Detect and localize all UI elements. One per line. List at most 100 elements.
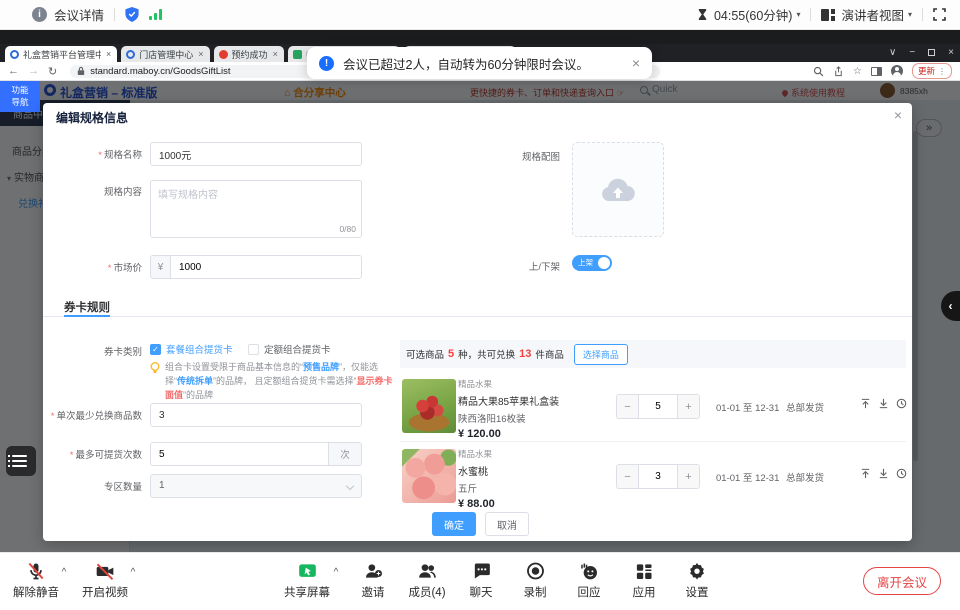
view-dropdown-icon[interactable]: ▾: [908, 10, 912, 19]
shield-check-icon[interactable]: [125, 7, 139, 22]
checkbox-fixed-card[interactable]: 定额组合提货卡: [248, 342, 331, 356]
browser-menu-icon[interactable]: ⋮: [938, 67, 946, 76]
tab-favicon-red: [219, 50, 228, 59]
market-price-label: *市场价: [43, 260, 142, 274]
mic-options-icon[interactable]: ^: [62, 567, 67, 578]
valid-date-range: 01-01 至 12-31: [716, 470, 779, 484]
char-counter: 0/80: [339, 224, 356, 234]
tab-card-rules[interactable]: 券卡规则: [64, 299, 110, 315]
unmute-button[interactable]: 解除静音: [13, 560, 59, 600]
checkbox-combo-card[interactable]: ✓ 套餐组合提货卡: [150, 342, 233, 356]
nav-box[interactable]: 功能 导航: [0, 81, 40, 112]
time-setting-icon[interactable]: [896, 468, 907, 479]
max-pickup-label: *最多可提货次数: [43, 447, 142, 461]
network-signal-icon[interactable]: [149, 9, 162, 20]
apps-button[interactable]: 应用: [633, 560, 656, 600]
tab-search-icon[interactable]: ∨: [889, 47, 896, 58]
annotation-tools-button[interactable]: [6, 446, 36, 476]
browser-tab-active[interactable]: 礼盒营销平台管理中心 ×: [5, 46, 117, 62]
window-close-icon[interactable]: ×: [948, 47, 954, 58]
tab-favicon-green: [293, 50, 302, 59]
meeting-topbar: i 会议详情 04:55(60分钟) ▾ 演讲者视图 ▾: [0, 0, 960, 30]
tab-divider: [43, 316, 912, 317]
quantity-input[interactable]: [639, 465, 677, 488]
minus-button[interactable]: −: [617, 395, 639, 418]
meeting-details-label[interactable]: 会议详情: [54, 5, 104, 24]
reaction-face-icon: [578, 560, 601, 582]
move-to-top-icon[interactable]: [860, 398, 871, 409]
select-chevron-icon: [346, 482, 354, 490]
meeting-info-icon[interactable]: i: [32, 7, 47, 22]
product-subtitle: 五斤: [458, 481, 495, 495]
side-panel-icon[interactable]: [871, 67, 882, 76]
checkbox-checked-icon[interactable]: ✓: [150, 344, 161, 355]
browser-update-button[interactable]: 更新 ⋮: [912, 63, 952, 79]
shelf-toggle[interactable]: 上架: [572, 255, 612, 271]
share-icon[interactable]: [833, 66, 844, 77]
view-mode-label[interactable]: 演讲者视图: [841, 5, 904, 24]
forward-icon[interactable]: →: [28, 65, 39, 77]
product-row: 精品水果 精品大果85苹果礼盒装 陕西洛阳16枚装 ¥ 120.00 − + 0…: [400, 375, 906, 437]
mic-muted-icon: [13, 560, 59, 582]
settings-button[interactable]: 设置: [686, 560, 709, 600]
plus-button[interactable]: +: [677, 465, 699, 488]
max-pickup-field: 次: [150, 442, 362, 466]
image-upload-box[interactable]: [572, 142, 664, 237]
toast-close-icon[interactable]: ×: [632, 55, 640, 71]
admin-page: 礼盒营销 – 标准版 ⌂ 合分享中心 更快捷的券卡、订单和快递查询入口 ☞ Qu…: [0, 81, 960, 552]
tab-close-icon[interactable]: ×: [197, 49, 204, 59]
zone-count-select[interactable]: 1: [150, 474, 362, 498]
quantity-stepper: − +: [616, 394, 700, 419]
zoom-icon[interactable]: [813, 66, 824, 77]
url-text: standard.maboy.cn/GoodsGiftList: [90, 66, 230, 77]
move-to-top-icon[interactable]: [860, 468, 871, 479]
reactions-button[interactable]: 回应: [578, 560, 601, 600]
spec-content-textarea[interactable]: [151, 181, 361, 237]
share-options-icon[interactable]: ^: [334, 567, 339, 578]
zone-count-label: 专区数量: [43, 479, 142, 493]
move-to-bottom-icon[interactable]: [878, 468, 889, 479]
back-icon[interactable]: ←: [8, 65, 19, 77]
spec-name-input[interactable]: [150, 142, 362, 166]
lock-icon: [77, 66, 85, 76]
tab-close-icon[interactable]: ×: [272, 49, 279, 59]
window-minimize-icon[interactable]: −: [909, 47, 915, 58]
bookmark-star-icon[interactable]: ☆: [853, 66, 862, 77]
info-badge-icon: !: [319, 56, 334, 71]
reload-icon[interactable]: ↻: [48, 65, 57, 78]
invite-button[interactable]: 邀请: [362, 560, 385, 600]
move-to-bottom-icon[interactable]: [878, 398, 889, 409]
layout-view-icon: [821, 9, 835, 21]
tab-close-icon[interactable]: ×: [105, 49, 112, 59]
min-exchange-label: *单次最少兑换商品数: [43, 408, 142, 422]
browser-tab[interactable]: 门店管理中心 ×: [121, 46, 209, 62]
modal-close-icon[interactable]: ×: [894, 107, 902, 123]
members-button[interactable]: 成员(4): [408, 560, 445, 600]
plus-button[interactable]: +: [677, 395, 699, 418]
fullscreen-icon[interactable]: [933, 8, 946, 21]
max-pickup-input[interactable]: [151, 443, 328, 465]
edit-spec-modal: 编辑规格信息 × *规格名称 规格内容 0/80 *市场价 ¥ 规格配图 上/下…: [43, 103, 912, 541]
timer-dropdown-icon[interactable]: ▾: [796, 10, 800, 19]
window-maximize-icon[interactable]: [928, 49, 935, 56]
record-button[interactable]: 录制: [524, 560, 547, 600]
confirm-button[interactable]: 确定: [432, 512, 476, 536]
browser-tab[interactable]: 预约成功 ×: [214, 46, 284, 62]
product-image-peaches: [402, 449, 456, 503]
checkbox-unchecked-icon[interactable]: [248, 344, 259, 355]
min-exchange-input[interactable]: [150, 403, 362, 427]
minus-button[interactable]: −: [617, 465, 639, 488]
chat-button[interactable]: 聊天: [470, 560, 493, 600]
select-products-button[interactable]: 选择商品: [574, 344, 628, 365]
tab-active-indicator: [64, 315, 110, 317]
video-options-icon[interactable]: ^: [131, 567, 136, 578]
time-setting-icon[interactable]: [896, 398, 907, 409]
leave-meeting-button[interactable]: 离开会议: [863, 567, 941, 595]
share-screen-button[interactable]: 共享屏幕: [284, 560, 330, 600]
start-video-button[interactable]: 开启视频: [82, 560, 128, 600]
cancel-button[interactable]: 取消: [485, 512, 529, 536]
product-price: ¥ 88.00: [458, 498, 495, 510]
quantity-input[interactable]: [639, 395, 677, 418]
market-price-input[interactable]: [171, 256, 361, 278]
browser-profile-avatar[interactable]: [891, 65, 903, 77]
